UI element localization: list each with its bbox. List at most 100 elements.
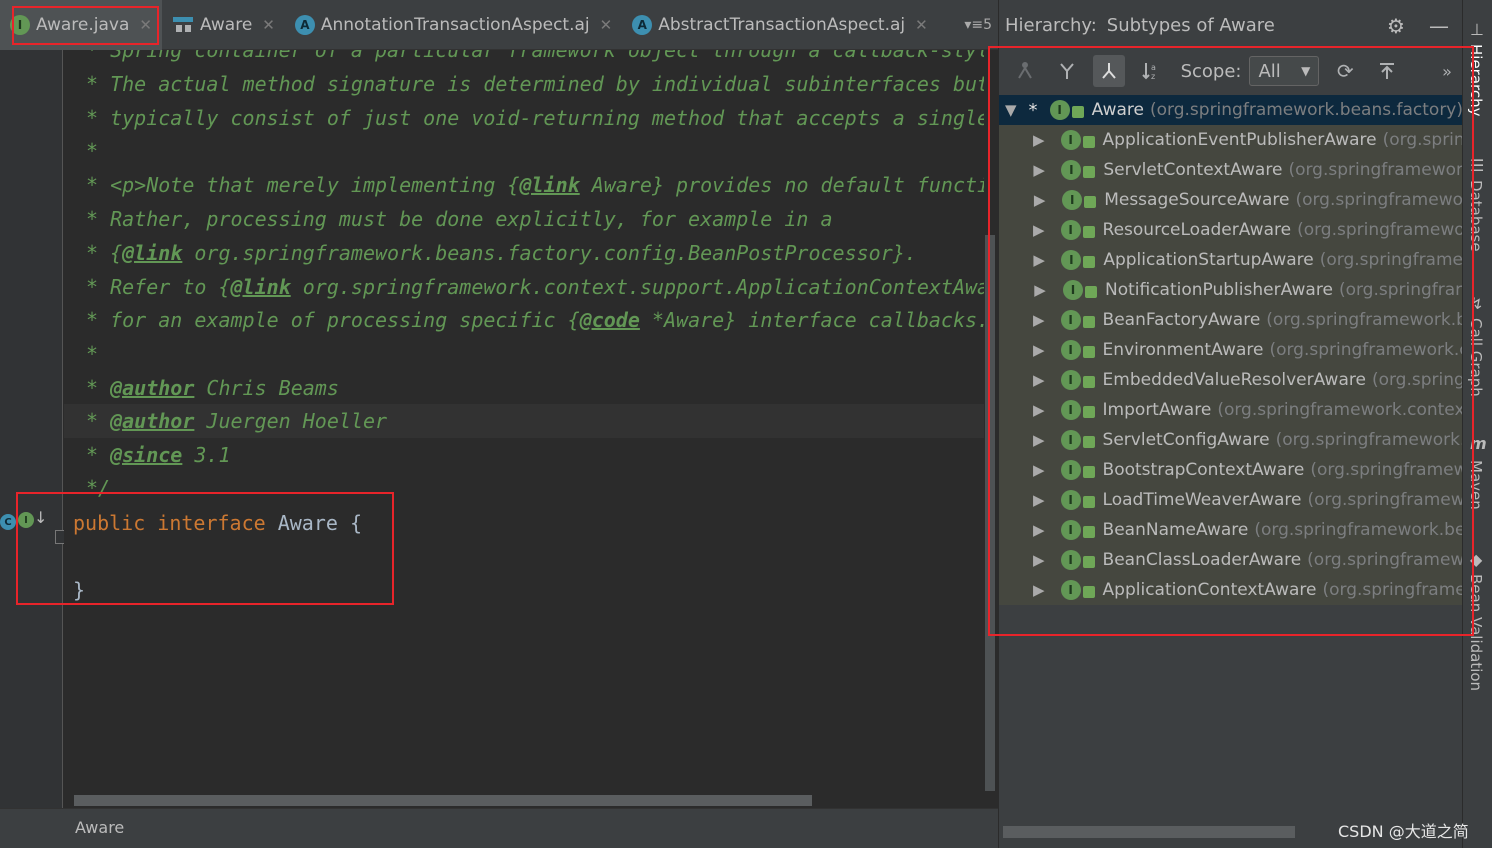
tree-row[interactable]: ▶ I NotificationPublisherAware (org.springf… bbox=[999, 275, 1463, 305]
doc-tag: @link bbox=[519, 173, 580, 197]
expand-arrow-icon[interactable]: ▶ bbox=[1033, 521, 1045, 539]
interface-icon: I bbox=[1060, 340, 1081, 360]
tab-label: AbstractTransactionAspect.aj bbox=[658, 14, 906, 35]
lock-icon bbox=[1082, 316, 1095, 328]
node-package: (org.springframewor bbox=[1288, 160, 1463, 180]
close-icon[interactable]: ✕ bbox=[915, 16, 928, 34]
close-icon[interactable]: ✕ bbox=[139, 16, 152, 34]
supertypes-hierarchy-icon[interactable] bbox=[1009, 55, 1041, 87]
tool-window-bean-validation[interactable]: Bean Validation bbox=[1467, 574, 1485, 691]
more-actions-icon[interactable]: » bbox=[1431, 55, 1463, 87]
expand-arrow-icon[interactable]: ▶ bbox=[1033, 191, 1046, 209]
tool-window-hierarchy[interactable]: Hierarchy bbox=[1467, 44, 1485, 117]
tree-row[interactable]: ▶ I BootstrapContextAware (org.springframew bbox=[999, 455, 1463, 485]
expand-arrow-icon[interactable]: ▶ bbox=[1033, 161, 1045, 179]
expand-arrow-icon[interactable]: ▶ bbox=[1033, 251, 1045, 269]
doc-comment: 3.1 bbox=[182, 443, 231, 467]
node-name: ImportAware bbox=[1102, 400, 1212, 420]
node-name: BeanFactoryAware bbox=[1102, 310, 1261, 330]
tab-abstract-transaction-aspect[interactable]: A AbstractTransactionAspect.aj ✕ bbox=[622, 0, 938, 50]
type-hierarchy-icon[interactable] bbox=[1051, 55, 1083, 87]
code-line: * @since 3.1 bbox=[86, 438, 984, 472]
tree-row[interactable]: ▶ I LoadTimeWeaverAware (org.springframew bbox=[999, 485, 1463, 515]
interface-icon: I bbox=[1062, 190, 1083, 210]
tree-row[interactable]: ▶ I ApplicationStartupAware (org.springfram… bbox=[999, 245, 1463, 275]
doc-comment: Aware} provides no default functio bbox=[579, 173, 984, 197]
arrow-down-icon[interactable]: ↓ bbox=[34, 508, 47, 527]
node-package: (org.springframew bbox=[1310, 460, 1463, 480]
tool-window-database[interactable]: Database bbox=[1467, 180, 1485, 252]
expand-arrow-icon[interactable]: ▶ bbox=[1033, 371, 1045, 389]
tab-annotation-transaction-aspect[interactable]: A AnnotationTransactionAspect.aj ✕ bbox=[285, 0, 622, 50]
lock-icon bbox=[1071, 106, 1084, 118]
expand-arrow-icon[interactable]: ▶ bbox=[1033, 581, 1045, 599]
export-icon[interactable] bbox=[1371, 55, 1403, 87]
node-package: (org.springframewo bbox=[1295, 190, 1463, 210]
sort-alphabetically-icon[interactable]: az bbox=[1135, 55, 1167, 87]
expand-arrow-icon[interactable]: ▶ bbox=[1033, 281, 1047, 299]
interface-icon: I bbox=[1060, 310, 1081, 330]
tree-row[interactable]: ▶ I ApplicationContextAware (org.springfram… bbox=[999, 575, 1463, 605]
expand-arrow-icon[interactable]: ▶ bbox=[1033, 341, 1045, 359]
bean-validation-icon: ◆ bbox=[1470, 550, 1483, 569]
expand-arrow-icon[interactable]: ▶ bbox=[1033, 131, 1045, 149]
close-icon[interactable]: ✕ bbox=[262, 16, 275, 34]
expand-arrow-icon[interactable]: ▶ bbox=[1033, 461, 1045, 479]
tree-row[interactable]: ▶ I ImportAware (org.springframework.contex bbox=[999, 395, 1463, 425]
doc-comment: org.springframework.context.support.Appl… bbox=[290, 275, 984, 299]
tree-row[interactable]: ▶ I EnvironmentAware (org.springframework.c bbox=[999, 335, 1463, 365]
lock-icon bbox=[1082, 376, 1095, 388]
hierarchy-tree[interactable]: ▼ * I Aware (org.springframework.beans.f… bbox=[999, 95, 1463, 605]
tab-aware-java[interactable]: I Aware.java ✕ bbox=[0, 0, 162, 50]
code-editor[interactable]: * Spring container of a particular frame… bbox=[64, 50, 984, 808]
doc-comment: * Rather, processing must be done explic… bbox=[86, 207, 833, 231]
doc-comment: * bbox=[86, 443, 111, 467]
panel-title: Hierarchy: bbox=[1005, 14, 1097, 36]
node-package: (org.springframework. bbox=[1275, 430, 1463, 450]
tool-window-call-graph[interactable]: Call Graph bbox=[1467, 318, 1485, 397]
tree-row[interactable]: ▶ I BeanNameAware (org.springframework.be bbox=[999, 515, 1463, 545]
tab-overflow-button[interactable]: ▾≡5 bbox=[964, 17, 992, 33]
expand-arrow-icon[interactable]: ▶ bbox=[1033, 551, 1045, 569]
hierarchy-horizontal-scrollbar[interactable] bbox=[1003, 826, 1295, 838]
scope-select[interactable]: All ▼ bbox=[1249, 56, 1320, 86]
tool-window-maven[interactable]: Maven bbox=[1467, 460, 1485, 510]
code-line: * @author Chris Beams bbox=[86, 371, 984, 405]
expand-arrow-icon[interactable]: ▼ bbox=[1005, 101, 1017, 119]
minimize-icon[interactable]: — bbox=[1429, 14, 1449, 38]
expand-arrow-icon[interactable]: ▶ bbox=[1033, 221, 1045, 239]
tab-aware-hierarchy[interactable]: Aware ✕ bbox=[162, 0, 285, 50]
lock-icon bbox=[1082, 586, 1095, 598]
expand-arrow-icon[interactable]: ▶ bbox=[1033, 401, 1045, 419]
interface-declaration: public interface Aware { bbox=[73, 506, 984, 540]
editor-horizontal-scrollbar[interactable] bbox=[74, 795, 812, 806]
subtypes-hierarchy-icon[interactable] bbox=[1092, 55, 1125, 87]
interface-icon[interactable]: I bbox=[18, 512, 34, 528]
interface-icon: I bbox=[1063, 280, 1083, 300]
gear-icon[interactable]: ⚙ bbox=[1387, 14, 1405, 38]
tree-row[interactable]: ▶ I EmbeddedValueResolverAware (org.spring bbox=[999, 365, 1463, 395]
node-name: BootstrapContextAware bbox=[1102, 460, 1305, 480]
tree-row[interactable]: ▶ I ServletContextAware (org.springframewor bbox=[999, 155, 1463, 185]
editor-vertical-scrollbar[interactable] bbox=[985, 235, 995, 791]
tree-row[interactable]: ▶ I ResourceLoaderAware (org.springframewo bbox=[999, 215, 1463, 245]
implemented-icon[interactable]: C bbox=[0, 514, 16, 530]
aspect-icon: A bbox=[294, 14, 315, 35]
refresh-icon[interactable]: ⟳ bbox=[1329, 55, 1361, 87]
tree-row-root[interactable]: ▼ * I Aware (org.springframework.beans.f… bbox=[999, 95, 1463, 125]
tree-row[interactable]: ▶ I BeanClassLoaderAware (org.springframew bbox=[999, 545, 1463, 575]
lock-icon bbox=[1082, 466, 1095, 478]
database-icon: ☰ bbox=[1470, 156, 1485, 175]
expand-arrow-icon[interactable]: ▶ bbox=[1033, 431, 1045, 449]
chevron-down-icon: ▼ bbox=[1301, 64, 1311, 78]
doc-tag: @link bbox=[230, 275, 291, 299]
expand-arrow-icon[interactable]: ▶ bbox=[1033, 491, 1045, 509]
expand-arrow-icon[interactable]: ▶ bbox=[1033, 311, 1045, 329]
tree-row[interactable]: ▶ I MessageSourceAware (org.springframewo bbox=[999, 185, 1463, 215]
breadcrumb[interactable]: Aware bbox=[75, 818, 124, 837]
close-icon[interactable]: ✕ bbox=[600, 16, 613, 34]
tree-row[interactable]: ▶ I BeanFactoryAware (org.springframework.b bbox=[999, 305, 1463, 335]
tree-row[interactable]: ▶ I ServletConfigAware (org.springframework… bbox=[999, 425, 1463, 455]
tree-row[interactable]: ▶ I ApplicationEventPublisherAware (org.spr… bbox=[999, 125, 1463, 155]
node-name: MessageSourceAware bbox=[1104, 190, 1290, 210]
